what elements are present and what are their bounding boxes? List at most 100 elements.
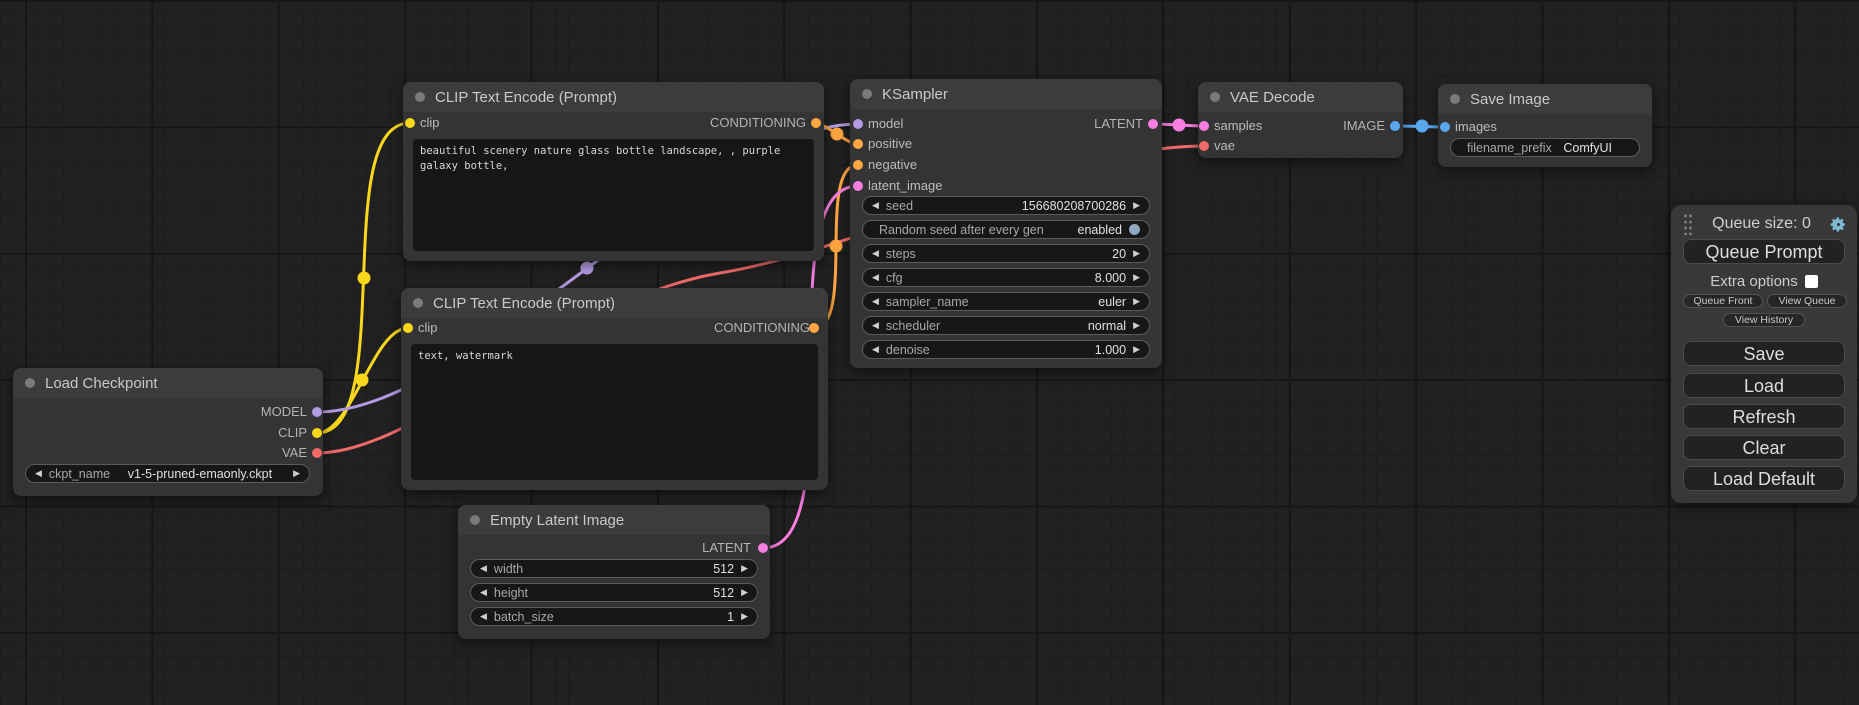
- queue-front-button[interactable]: Queue Front: [1683, 294, 1763, 308]
- output-port-clip[interactable]: [312, 428, 322, 438]
- widget-random-seed[interactable]: Random seed after every gen enabled: [862, 220, 1150, 239]
- output-port-latent[interactable]: [758, 543, 768, 553]
- decrement-arrow-icon[interactable]: ◀: [480, 612, 487, 621]
- input-port-vae[interactable]: [1199, 141, 1209, 151]
- decrement-arrow-icon[interactable]: ◀: [872, 345, 879, 354]
- decrement-arrow-icon[interactable]: ◀: [872, 249, 879, 258]
- increment-arrow-icon[interactable]: ▶: [1133, 249, 1140, 258]
- widget-cfg[interactable]: ◀ cfg 8.000 ▶: [862, 268, 1150, 287]
- node-title-bar[interactable]: VAE Decode: [1198, 82, 1403, 112]
- prompt-textarea[interactable]: beautiful scenery nature glass bottle la…: [413, 139, 814, 251]
- save-button[interactable]: Save: [1683, 341, 1845, 366]
- input-port-negative[interactable]: [853, 160, 863, 170]
- collapse-dot-icon[interactable]: [413, 298, 423, 308]
- increment-arrow-icon[interactable]: ▶: [741, 588, 748, 597]
- collapse-dot-icon[interactable]: [415, 92, 425, 102]
- view-queue-button[interactable]: View Queue: [1767, 294, 1847, 308]
- increment-arrow-icon[interactable]: ▶: [1133, 345, 1140, 354]
- input-port-images[interactable]: [1440, 122, 1450, 132]
- node-load-checkpoint[interactable]: Load Checkpoint MODEL CLIP VAE ◀ ckpt_na…: [13, 368, 323, 496]
- widget-label: batch_size: [494, 610, 554, 624]
- widget-label: sampler_name: [886, 295, 969, 309]
- input-port-latent-image[interactable]: [853, 181, 863, 191]
- widget-filename-prefix[interactable]: filename_prefix ComfyUI: [1450, 138, 1640, 157]
- node-title: CLIP Text Encode (Prompt): [435, 89, 617, 106]
- load-button[interactable]: Load: [1683, 373, 1845, 398]
- comfyui-canvas[interactable]: { "colors": { "model": "#b49ae3", "clip"…: [0, 0, 1859, 705]
- node-save-image[interactable]: Save Image images filename_prefix ComfyU…: [1438, 84, 1652, 167]
- collapse-dot-icon[interactable]: [862, 89, 872, 99]
- node-empty-latent-image[interactable]: Empty Latent Image LATENT ◀ width 512 ▶ …: [458, 505, 770, 639]
- node-title-bar[interactable]: KSampler: [850, 79, 1162, 109]
- input-port-clip[interactable]: [405, 118, 415, 128]
- node-vae-decode[interactable]: VAE Decode samples vae IMAGE: [1198, 82, 1403, 158]
- settings-gear-icon[interactable]: [1830, 216, 1847, 233]
- widget-denoise[interactable]: ◀ denoise 1.000 ▶: [862, 340, 1150, 359]
- prompt-textarea[interactable]: text, watermark: [411, 344, 818, 480]
- output-label-vae: VAE: [282, 443, 307, 463]
- collapse-dot-icon[interactable]: [1450, 94, 1460, 104]
- widget-batch-size[interactable]: ◀ batch_size 1 ▶: [470, 607, 758, 626]
- widget-label: scheduler: [886, 319, 940, 333]
- decrement-arrow-icon[interactable]: ◀: [872, 273, 879, 282]
- increment-arrow-icon[interactable]: ▶: [293, 469, 300, 478]
- output-port-model[interactable]: [312, 407, 322, 417]
- input-port-samples[interactable]: [1199, 121, 1209, 131]
- node-title: Empty Latent Image: [490, 512, 624, 529]
- view-history-button[interactable]: View History: [1723, 313, 1805, 327]
- widget-label: seed: [886, 199, 913, 213]
- collapse-dot-icon[interactable]: [25, 378, 35, 388]
- increment-arrow-icon[interactable]: ▶: [1133, 297, 1140, 306]
- collapse-dot-icon[interactable]: [1210, 92, 1220, 102]
- widget-label: denoise: [886, 343, 930, 357]
- extra-options-checkbox[interactable]: [1805, 275, 1818, 288]
- drag-handle-icon[interactable]: [1683, 213, 1693, 235]
- widget-value: ComfyUI: [1559, 141, 1630, 155]
- increment-arrow-icon[interactable]: ▶: [741, 612, 748, 621]
- decrement-arrow-icon[interactable]: ◀: [872, 201, 879, 210]
- widget-scheduler[interactable]: ◀ scheduler normal ▶: [862, 316, 1150, 335]
- output-port-image[interactable]: [1390, 121, 1400, 131]
- load-default-button[interactable]: Load Default: [1683, 466, 1845, 491]
- refresh-button[interactable]: Refresh: [1683, 404, 1845, 429]
- node-clip-text-encode-negative[interactable]: CLIP Text Encode (Prompt) clip CONDITION…: [401, 288, 828, 490]
- toggle-icon[interactable]: [1129, 224, 1140, 235]
- node-title-bar[interactable]: Empty Latent Image: [458, 505, 770, 535]
- widget-ckpt-name[interactable]: ◀ ckpt_name v1-5-pruned-emaonly.ckpt ▶: [25, 464, 310, 483]
- node-ksampler[interactable]: KSampler model positive negative latent_…: [850, 79, 1162, 368]
- increment-arrow-icon[interactable]: ▶: [1133, 201, 1140, 210]
- collapse-dot-icon[interactable]: [470, 515, 480, 525]
- widget-value: 1.000: [937, 343, 1126, 357]
- output-port-vae[interactable]: [312, 448, 322, 458]
- input-label-negative: negative: [868, 155, 917, 175]
- increment-arrow-icon[interactable]: ▶: [1133, 273, 1140, 282]
- decrement-arrow-icon[interactable]: ◀: [480, 564, 487, 573]
- input-port-clip[interactable]: [403, 323, 413, 333]
- widget-steps[interactable]: ◀ steps 20 ▶: [862, 244, 1150, 263]
- widget-label: filename_prefix: [1467, 141, 1552, 155]
- output-port-conditioning[interactable]: [811, 118, 821, 128]
- increment-arrow-icon[interactable]: ▶: [1133, 321, 1140, 330]
- node-title-bar[interactable]: Save Image: [1438, 84, 1652, 114]
- clear-button[interactable]: Clear: [1683, 435, 1845, 460]
- decrement-arrow-icon[interactable]: ◀: [872, 321, 879, 330]
- decrement-arrow-icon[interactable]: ◀: [480, 588, 487, 597]
- widget-height[interactable]: ◀ height 512 ▶: [470, 583, 758, 602]
- node-clip-text-encode-positive[interactable]: CLIP Text Encode (Prompt) clip CONDITION…: [403, 82, 824, 261]
- node-title-bar[interactable]: CLIP Text Encode (Prompt): [403, 82, 824, 112]
- widget-label: steps: [886, 247, 916, 261]
- output-port-conditioning[interactable]: [809, 323, 819, 333]
- increment-arrow-icon[interactable]: ▶: [741, 564, 748, 573]
- decrement-arrow-icon[interactable]: ◀: [35, 469, 42, 478]
- widget-width[interactable]: ◀ width 512 ▶: [470, 559, 758, 578]
- input-port-positive[interactable]: [853, 139, 863, 149]
- link-dot: [1173, 119, 1186, 132]
- decrement-arrow-icon[interactable]: ◀: [872, 297, 879, 306]
- widget-seed[interactable]: ◀ seed 156680208700286 ▶: [862, 196, 1150, 215]
- output-port-latent[interactable]: [1148, 119, 1158, 129]
- widget-sampler-name[interactable]: ◀ sampler_name euler ▶: [862, 292, 1150, 311]
- input-port-model[interactable]: [853, 119, 863, 129]
- node-title-bar[interactable]: Load Checkpoint: [13, 368, 323, 398]
- queue-prompt-button[interactable]: Queue Prompt: [1683, 239, 1845, 264]
- node-title-bar[interactable]: CLIP Text Encode (Prompt): [401, 288, 828, 318]
